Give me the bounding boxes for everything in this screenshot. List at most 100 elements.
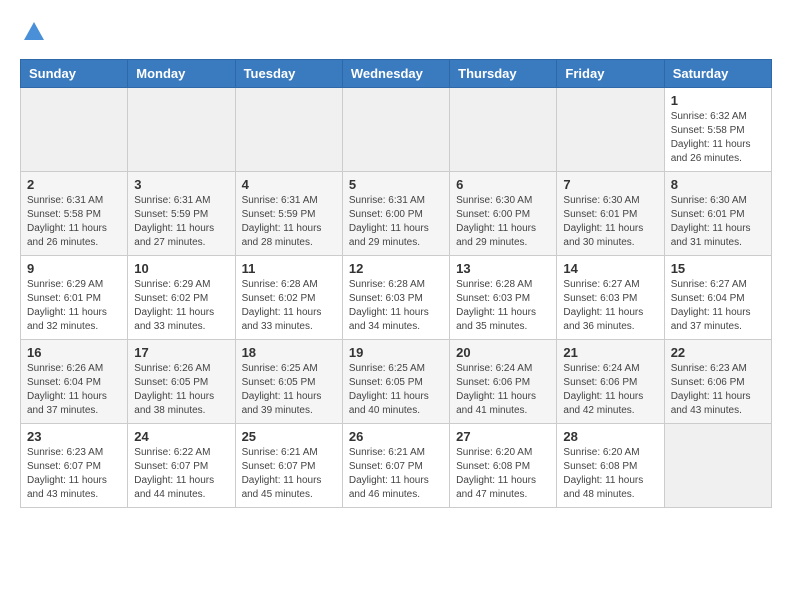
calendar-cell: 2Sunrise: 6:31 AM Sunset: 5:58 PM Daylig… (21, 172, 128, 256)
calendar-cell: 16 Sunrise: 6:26 AM Sunset: 6:04 PM Dayli… (21, 340, 128, 424)
calendar-cell: 4 Sunrise: 6:31 AM Sunset: 5:59 PM Daylig… (235, 172, 342, 256)
calendar-cell: 24 Sunrise: 6:22 AM Sunset: 6:07 PM Dayli… (128, 424, 235, 508)
calendar-cell: 12 Sunrise: 6:28 AM Sunset: 6:03 PM Dayli… (342, 256, 449, 340)
header-cell-wednesday: Wednesday (342, 60, 449, 88)
day-number: 25 (242, 429, 336, 444)
calendar-cell (664, 424, 771, 508)
day-info: Sunrise: 6:29 AM Sunset: 6:01 PM Dayligh… (27, 278, 121, 334)
day-number: 23 (27, 429, 121, 444)
calendar-cell: 23 Sunrise: 6:23 AM Sunset: 6:07 PM Dayli… (21, 424, 128, 508)
calendar-week-3: 16 Sunrise: 6:26 AM Sunset: 6:04 PM Dayli… (21, 340, 772, 424)
calendar-cell (450, 88, 557, 172)
day-info: Sunrise: 6:27 AM Sunset: 6:03 PM Dayligh… (563, 278, 657, 334)
day-info: Sunrise: 6:30 AM Sunset: 6:00 PM Dayligh… (456, 194, 550, 250)
calendar-cell: 18Sunrise: 6:25 AM Sunset: 6:05 PM Dayli… (235, 340, 342, 424)
calendar-table: SundayMondayTuesdayWednesdayThursdayFrid… (20, 59, 772, 508)
calendar-week-4: 23 Sunrise: 6:23 AM Sunset: 6:07 PM Dayli… (21, 424, 772, 508)
day-info: Sunrise: 6:31 AM Sunset: 5:59 PM Dayligh… (242, 194, 336, 250)
day-info: Sunrise: 6:25 AM Sunset: 6:05 PM Dayligh… (349, 362, 443, 418)
day-number: 27 (456, 429, 550, 444)
day-number: 22 (671, 345, 765, 360)
calendar-cell: 5 Sunrise: 6:31 AM Sunset: 6:00 PM Daylig… (342, 172, 449, 256)
day-info: Sunrise: 6:32 AM Sunset: 5:58 PM Dayligh… (671, 110, 765, 166)
calendar-cell: 27 Sunrise: 6:20 AM Sunset: 6:08 PM Dayli… (450, 424, 557, 508)
calendar-cell: 13Sunrise: 6:28 AM Sunset: 6:03 PM Dayli… (450, 256, 557, 340)
calendar-cell (21, 88, 128, 172)
day-number: 12 (349, 261, 443, 276)
header-cell-monday: Monday (128, 60, 235, 88)
header-cell-sunday: Sunday (21, 60, 128, 88)
day-number: 19 (349, 345, 443, 360)
calendar-cell (342, 88, 449, 172)
day-info: Sunrise: 6:20 AM Sunset: 6:08 PM Dayligh… (563, 446, 657, 502)
calendar-cell (128, 88, 235, 172)
day-number: 9 (27, 261, 121, 276)
header-cell-tuesday: Tuesday (235, 60, 342, 88)
logo-text (20, 20, 46, 49)
day-info: Sunrise: 6:23 AM Sunset: 6:06 PM Dayligh… (671, 362, 765, 418)
calendar-cell: 15 Sunrise: 6:27 AM Sunset: 6:04 PM Dayli… (664, 256, 771, 340)
day-number: 28 (563, 429, 657, 444)
calendar-cell: 17 Sunrise: 6:26 AM Sunset: 6:05 PM Dayli… (128, 340, 235, 424)
header-cell-friday: Friday (557, 60, 664, 88)
day-info: Sunrise: 6:27 AM Sunset: 6:04 PM Dayligh… (671, 278, 765, 334)
day-info: Sunrise: 6:29 AM Sunset: 6:02 PM Dayligh… (134, 278, 228, 334)
day-info: Sunrise: 6:21 AM Sunset: 6:07 PM Dayligh… (349, 446, 443, 502)
calendar-week-1: 2Sunrise: 6:31 AM Sunset: 5:58 PM Daylig… (21, 172, 772, 256)
day-number: 20 (456, 345, 550, 360)
day-number: 16 (27, 345, 121, 360)
calendar-cell: 1Sunrise: 6:32 AM Sunset: 5:58 PM Daylig… (664, 88, 771, 172)
calendar-cell: 25Sunrise: 6:21 AM Sunset: 6:07 PM Dayli… (235, 424, 342, 508)
calendar-cell: 28 Sunrise: 6:20 AM Sunset: 6:08 PM Dayli… (557, 424, 664, 508)
calendar-cell: 10 Sunrise: 6:29 AM Sunset: 6:02 PM Dayli… (128, 256, 235, 340)
day-info: Sunrise: 6:28 AM Sunset: 6:03 PM Dayligh… (456, 278, 550, 334)
header-cell-saturday: Saturday (664, 60, 771, 88)
day-number: 11 (242, 261, 336, 276)
calendar-cell: 6 Sunrise: 6:30 AM Sunset: 6:00 PM Daylig… (450, 172, 557, 256)
day-info: Sunrise: 6:22 AM Sunset: 6:07 PM Dayligh… (134, 446, 228, 502)
day-info: Sunrise: 6:30 AM Sunset: 6:01 PM Dayligh… (671, 194, 765, 250)
calendar-cell: 9 Sunrise: 6:29 AM Sunset: 6:01 PM Daylig… (21, 256, 128, 340)
day-info: Sunrise: 6:28 AM Sunset: 6:03 PM Dayligh… (349, 278, 443, 334)
header-row: SundayMondayTuesdayWednesdayThursdayFrid… (21, 60, 772, 88)
day-info: Sunrise: 6:26 AM Sunset: 6:04 PM Dayligh… (27, 362, 121, 418)
logo-icon (22, 20, 46, 44)
day-info: Sunrise: 6:28 AM Sunset: 6:02 PM Dayligh… (242, 278, 336, 334)
day-number: 3 (134, 177, 228, 192)
day-number: 4 (242, 177, 336, 192)
logo (20, 20, 46, 49)
page-header (20, 20, 772, 49)
calendar-cell: 3Sunrise: 6:31 AM Sunset: 5:59 PM Daylig… (128, 172, 235, 256)
day-number: 17 (134, 345, 228, 360)
calendar-body: 1Sunrise: 6:32 AM Sunset: 5:58 PM Daylig… (21, 88, 772, 508)
day-number: 2 (27, 177, 121, 192)
calendar-cell: 8 Sunrise: 6:30 AM Sunset: 6:01 PM Daylig… (664, 172, 771, 256)
calendar-week-2: 9 Sunrise: 6:29 AM Sunset: 6:01 PM Daylig… (21, 256, 772, 340)
day-info: Sunrise: 6:23 AM Sunset: 6:07 PM Dayligh… (27, 446, 121, 502)
calendar-cell (557, 88, 664, 172)
calendar-cell: 21 Sunrise: 6:24 AM Sunset: 6:06 PM Dayli… (557, 340, 664, 424)
day-info: Sunrise: 6:20 AM Sunset: 6:08 PM Dayligh… (456, 446, 550, 502)
day-info: Sunrise: 6:25 AM Sunset: 6:05 PM Dayligh… (242, 362, 336, 418)
calendar-cell: 11 Sunrise: 6:28 AM Sunset: 6:02 PM Dayli… (235, 256, 342, 340)
day-info: Sunrise: 6:24 AM Sunset: 6:06 PM Dayligh… (563, 362, 657, 418)
day-number: 10 (134, 261, 228, 276)
day-info: Sunrise: 6:24 AM Sunset: 6:06 PM Dayligh… (456, 362, 550, 418)
day-number: 14 (563, 261, 657, 276)
day-number: 5 (349, 177, 443, 192)
calendar-cell (235, 88, 342, 172)
calendar-cell: 20 Sunrise: 6:24 AM Sunset: 6:06 PM Dayli… (450, 340, 557, 424)
day-number: 26 (349, 429, 443, 444)
calendar-header: SundayMondayTuesdayWednesdayThursdayFrid… (21, 60, 772, 88)
day-number: 6 (456, 177, 550, 192)
day-number: 15 (671, 261, 765, 276)
header-cell-thursday: Thursday (450, 60, 557, 88)
calendar-cell: 26 Sunrise: 6:21 AM Sunset: 6:07 PM Dayli… (342, 424, 449, 508)
day-info: Sunrise: 6:30 AM Sunset: 6:01 PM Dayligh… (563, 194, 657, 250)
day-number: 8 (671, 177, 765, 192)
day-number: 24 (134, 429, 228, 444)
day-number: 21 (563, 345, 657, 360)
day-info: Sunrise: 6:26 AM Sunset: 6:05 PM Dayligh… (134, 362, 228, 418)
calendar-week-0: 1Sunrise: 6:32 AM Sunset: 5:58 PM Daylig… (21, 88, 772, 172)
day-info: Sunrise: 6:31 AM Sunset: 6:00 PM Dayligh… (349, 194, 443, 250)
